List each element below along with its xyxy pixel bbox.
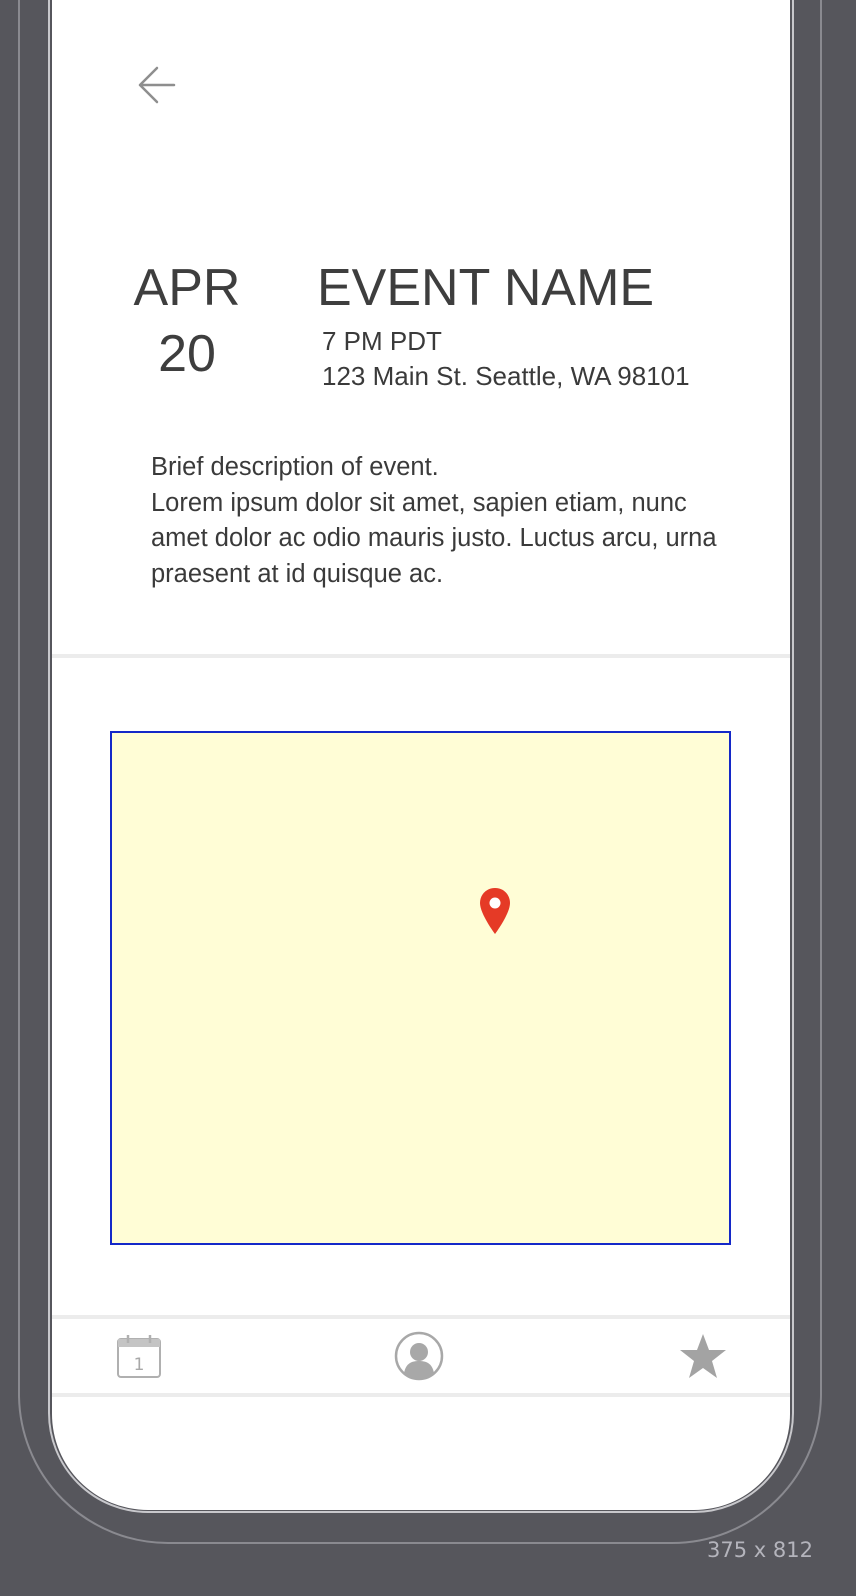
tab-calendar[interactable]: 1 [114, 1331, 164, 1381]
calendar-icon-day: 1 [134, 1355, 145, 1375]
tab-profile[interactable] [394, 1331, 444, 1381]
event-address: 123 Main St. Seattle, WA 98101 [322, 361, 690, 391]
section-divider [52, 654, 790, 658]
profile-icon [394, 1331, 444, 1381]
map-pin-icon [478, 886, 512, 936]
tab-favorites[interactable] [678, 1331, 728, 1381]
bottom-tab-bar: 1 [52, 1315, 790, 1397]
event-map[interactable] [110, 731, 731, 1245]
phone-screen: APR 20 EVENT NAME 7 PM PDT 123 Main St. … [52, 0, 790, 1510]
back-button[interactable] [134, 62, 180, 108]
viewport-size-label: 375 x 812 [707, 1538, 813, 1562]
event-date: APR 20 [122, 260, 252, 382]
description-title: Brief description of event. [151, 453, 439, 481]
map-pin-button[interactable] [478, 886, 512, 936]
event-month: APR [133, 259, 241, 317]
event-day: 20 [158, 325, 216, 383]
calendar-icon: 1 [114, 1331, 164, 1381]
description-body: Lorem ipsum dolor sit amet, sapien etiam… [151, 488, 717, 588]
event-name: EVENT NAME [317, 259, 655, 317]
event-description: Brief description of event. Lorem ipsum … [151, 450, 731, 592]
event-time: 7 PM PDT [322, 326, 442, 356]
arrow-left-icon [134, 62, 180, 108]
star-icon [678, 1331, 728, 1381]
